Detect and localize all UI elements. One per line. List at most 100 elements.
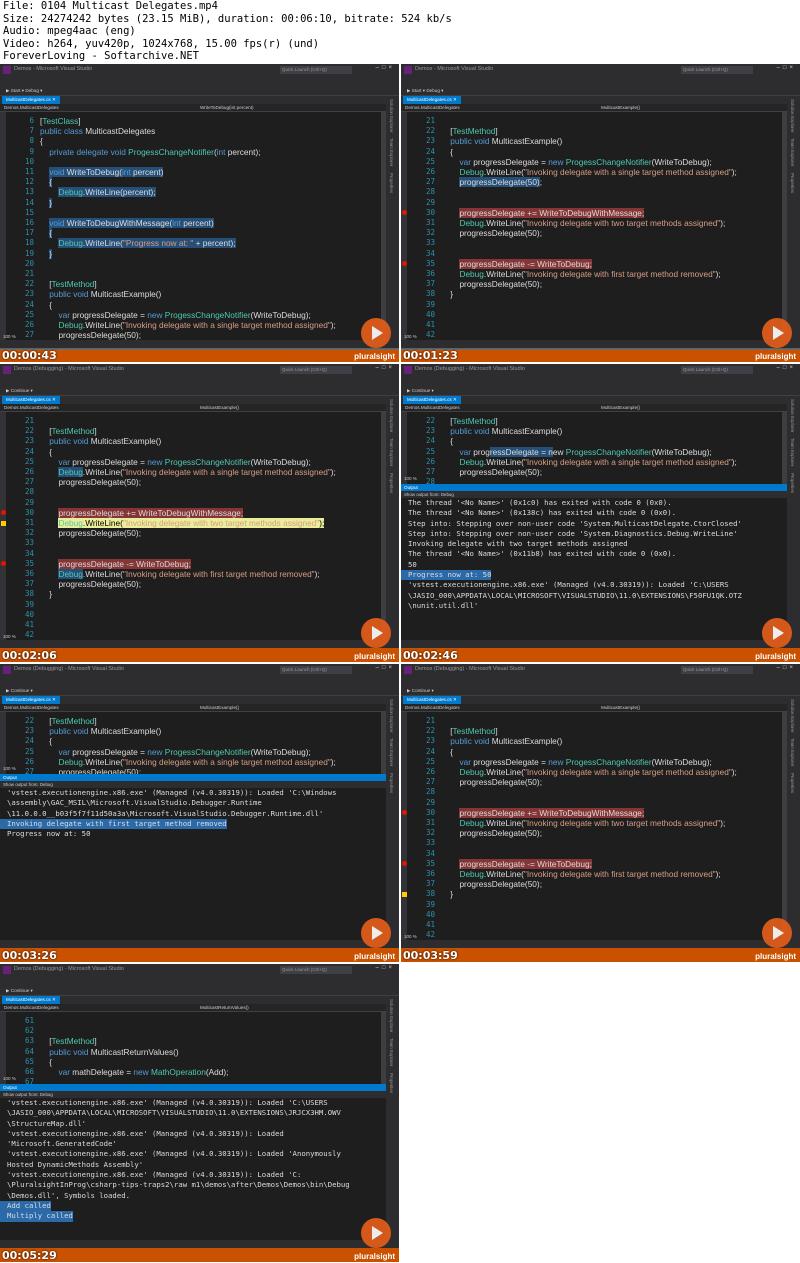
class-dropdown[interactable]: Demos.MulticastDelegates — [4, 404, 59, 412]
tab-file[interactable]: MulticastDelegates.cs ✕ — [2, 96, 60, 104]
code-editor[interactable]: 21 22 [TestMethod] 23 public void Multicas… — [401, 712, 787, 942]
breakpoint-gutter[interactable] — [401, 112, 407, 342]
member-dropdown[interactable]: MulticastExample() — [601, 704, 640, 712]
play-icon[interactable] — [361, 918, 391, 948]
start-debug-button[interactable]: ▶ Continue ▾ — [6, 388, 33, 394]
play-icon[interactable] — [762, 918, 792, 948]
play-icon[interactable] — [361, 618, 391, 648]
play-icon[interactable] — [762, 318, 792, 348]
breakpoint-gutter[interactable] — [0, 412, 6, 642]
window-controls[interactable]: –□× — [777, 65, 796, 71]
tab-file[interactable]: MulticastDelegates.cs ✕ — [2, 996, 60, 1004]
quick-launch-input[interactable]: Quick Launch (Ctrl+Q) — [280, 366, 352, 374]
breakpoint-gutter[interactable] — [401, 712, 407, 942]
side-panel-tab[interactable]: Solution Explorer — [787, 396, 798, 435]
side-panel-tab[interactable]: Solution Explorer — [386, 396, 397, 435]
vertical-scrollbar[interactable] — [381, 112, 386, 342]
member-dropdown[interactable]: MulticastExample() — [601, 404, 640, 412]
play-icon[interactable] — [361, 318, 391, 348]
side-panel-tab[interactable]: Team Explorer — [787, 435, 798, 469]
show-output-selector[interactable]: Show output from: Debug — [0, 1091, 386, 1098]
class-dropdown[interactable]: Demos.MulticastDelegates — [4, 1004, 59, 1012]
tab-file[interactable]: MulticastDelegates.cs ✕ — [403, 396, 461, 404]
side-panel-tab[interactable]: Properties — [386, 770, 397, 796]
breakpoint-gutter[interactable] — [0, 112, 6, 342]
member-dropdown[interactable]: MulticastReturnValues() — [200, 1004, 249, 1012]
member-dropdown[interactable]: MulticastExample() — [601, 104, 640, 112]
class-dropdown[interactable]: Demos.MulticastDelegates — [405, 704, 460, 712]
breakpoint-gutter[interactable] — [0, 712, 6, 774]
zoom-level[interactable]: 100 % — [3, 334, 16, 339]
class-dropdown[interactable]: Demos.MulticastDelegates — [405, 404, 460, 412]
member-dropdown[interactable]: MulticastExample() — [200, 704, 239, 712]
side-panel-tab[interactable]: Solution Explorer — [386, 696, 397, 735]
vertical-scrollbar[interactable] — [381, 1012, 386, 1084]
quick-launch-input[interactable]: Quick Launch (Ctrl+Q) — [681, 366, 753, 374]
side-panel-tab[interactable]: Team Explorer — [386, 1035, 397, 1069]
side-panel-tab[interactable]: Solution Explorer — [787, 696, 798, 735]
window-controls[interactable]: –□× — [376, 65, 395, 71]
quick-launch-input[interactable]: Quick Launch (Ctrl+Q) — [280, 66, 352, 74]
side-panel-tab[interactable]: Team Explorer — [386, 435, 397, 469]
side-panel-tab[interactable]: Properties — [787, 770, 798, 796]
vertical-scrollbar[interactable] — [381, 412, 386, 642]
start-debug-button[interactable]: ▶ Continue ▾ — [6, 688, 33, 694]
vertical-scrollbar[interactable] — [381, 712, 386, 774]
play-icon[interactable] — [361, 1218, 391, 1248]
side-panel-tab[interactable]: Solution Explorer — [386, 96, 397, 135]
zoom-level[interactable]: 100 % — [3, 1076, 16, 1081]
play-icon[interactable] — [762, 618, 792, 648]
zoom-level[interactable]: 100 % — [404, 934, 417, 939]
quick-launch-input[interactable]: Quick Launch (Ctrl+Q) — [681, 666, 753, 674]
side-panel-tab[interactable]: Team Explorer — [386, 135, 397, 169]
code-editor[interactable]: 22 [TestMethod] 23 public void MulticastE… — [401, 412, 787, 484]
side-panel-tab[interactable]: Properties — [787, 170, 798, 196]
show-output-selector[interactable]: Show output from: Debug — [401, 491, 787, 498]
breakpoint-gutter[interactable] — [401, 412, 407, 484]
breakpoint-gutter[interactable] — [0, 1012, 6, 1084]
start-debug-button[interactable]: ▶ Continue ▾ — [407, 388, 434, 394]
window-controls[interactable]: –□× — [376, 665, 395, 671]
show-output-selector[interactable]: Show output from: Debug — [0, 781, 386, 788]
tab-file[interactable]: MulticastDelegates.cs ✕ — [403, 696, 461, 704]
class-dropdown[interactable]: Demos.MulticastDelegates — [4, 704, 59, 712]
start-debug-button[interactable]: ▶ Start ▾ Debug ▾ — [407, 88, 444, 94]
side-panel-tab[interactable]: Properties — [787, 470, 798, 496]
start-debug-button[interactable]: ▶ Continue ▾ — [6, 988, 33, 994]
code-editor[interactable]: 61 62 63 [TestMethod] 64 public void Multic… — [0, 1012, 386, 1084]
class-dropdown[interactable]: Demos.MulticastDelegates — [4, 104, 59, 112]
zoom-level[interactable]: 100 % — [3, 634, 16, 639]
quick-launch-input[interactable]: Quick Launch (Ctrl+Q) — [280, 666, 352, 674]
window-controls[interactable]: –□× — [777, 365, 796, 371]
window-controls[interactable]: –□× — [376, 965, 395, 971]
code-editor[interactable]: 21 22 [TestMethod] 23 public void Multicas… — [0, 412, 386, 642]
vertical-scrollbar[interactable] — [782, 112, 787, 342]
code-editor[interactable]: 22 [TestMethod] 23 public void MulticastE… — [0, 712, 386, 774]
quick-launch-input[interactable]: Quick Launch (Ctrl+Q) — [280, 966, 352, 974]
side-panel-tab[interactable]: Solution Explorer — [787, 96, 798, 135]
side-panel-tab[interactable]: Properties — [386, 170, 397, 196]
side-panel-tab[interactable]: Properties — [386, 470, 397, 496]
side-panel-tab[interactable]: Properties — [386, 1070, 397, 1096]
window-controls[interactable]: –□× — [777, 665, 796, 671]
quick-launch-input[interactable]: Quick Launch (Ctrl+Q) — [681, 66, 753, 74]
tab-file[interactable]: MulticastDelegates.cs ✕ — [403, 96, 461, 104]
vertical-scrollbar[interactable] — [782, 412, 787, 484]
tab-file[interactable]: MulticastDelegates.cs ✕ — [2, 396, 60, 404]
vertical-scrollbar[interactable] — [782, 712, 787, 942]
side-panel-tab[interactable]: Solution Explorer — [386, 996, 397, 1035]
window-controls[interactable]: –□× — [376, 365, 395, 371]
zoom-level[interactable]: 100 % — [3, 766, 16, 771]
side-panel-tab[interactable]: Team Explorer — [787, 135, 798, 169]
member-dropdown[interactable]: MulticastExample() — [200, 404, 239, 412]
zoom-level[interactable]: 100 % — [404, 476, 417, 481]
class-dropdown[interactable]: Demos.MulticastDelegates — [405, 104, 460, 112]
tab-file[interactable]: MulticastDelegates.cs ✕ — [2, 696, 60, 704]
member-dropdown[interactable]: WriteToDebug(int percent) — [200, 104, 254, 112]
code-editor[interactable]: 21 22 [TestMethod] 23 public void Multicas… — [401, 112, 787, 342]
code-editor[interactable]: 6 [TestClass] 7 public class MulticastDeleg… — [0, 112, 386, 342]
zoom-level[interactable]: 100 % — [404, 334, 417, 339]
start-debug-button[interactable]: ▶ Continue ▾ — [407, 688, 434, 694]
side-panel-tab[interactable]: Team Explorer — [787, 735, 798, 769]
start-debug-button[interactable]: ▶ Start ▾ Debug ▾ — [6, 88, 43, 94]
